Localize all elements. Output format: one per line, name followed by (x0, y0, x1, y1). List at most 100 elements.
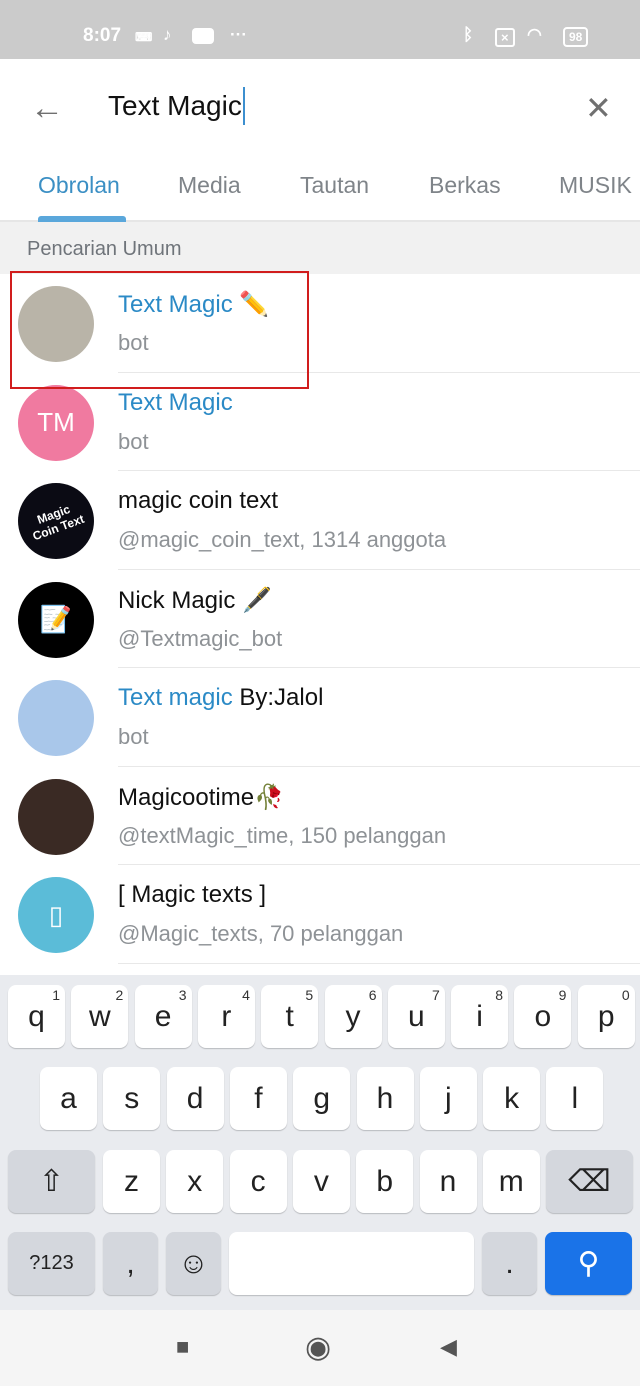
result-title: Text Magic (118, 389, 233, 417)
avatar-initials: ▯ (48, 899, 64, 930)
text-caret (242, 87, 245, 125)
tiktok-icon: ♪ (163, 25, 172, 44)
shift-key[interactable]: ⇧ (8, 1150, 95, 1213)
key-hint: 9 (558, 987, 567, 1003)
key-h[interactable]: h (356, 1067, 414, 1130)
navigation-bar: ■ ◉ ◀ (0, 1310, 640, 1386)
title-rest: Nick Magic 🖋️ (118, 586, 272, 614)
key-q[interactable]: q1 (8, 985, 65, 1048)
key-label: j (444, 1081, 452, 1115)
emoji-key[interactable]: ☺ (166, 1232, 221, 1295)
key-z[interactable]: z (103, 1150, 160, 1213)
key-j[interactable]: j (419, 1067, 477, 1130)
key-a[interactable]: a (40, 1067, 97, 1130)
avatar: ▯ (18, 877, 94, 953)
key-y[interactable]: y6 (324, 985, 382, 1048)
symbols-key[interactable]: ?123 (8, 1232, 95, 1295)
key-k[interactable]: k (483, 1067, 541, 1130)
key-c[interactable]: c (229, 1150, 287, 1213)
avatar (18, 778, 94, 855)
result-subtitle: @textMagic_time, 150 pelanggan (118, 822, 447, 848)
section-header: Pencarian Umum (0, 222, 640, 274)
key-label: k (504, 1081, 520, 1115)
result-title: magic coin text (118, 487, 278, 515)
close-icon[interactable]: ✕ (585, 89, 612, 127)
key-label: y (345, 999, 361, 1033)
result-title: Magicootime🥀 (118, 783, 284, 812)
recents-icon[interactable]: ■ (176, 1334, 189, 1360)
highlight-box (10, 271, 309, 389)
result-subtitle: bot (118, 428, 149, 454)
period-key[interactable]: . (482, 1232, 537, 1295)
more-dots-icon: ··· (230, 25, 247, 44)
key-n[interactable]: n (419, 1150, 477, 1213)
key-label: c (250, 1164, 266, 1198)
list-item[interactable]: Magic Coin Text magic coin text @magic_c… (0, 471, 640, 570)
key-u[interactable]: u7 (387, 985, 445, 1048)
list-item[interactable]: 📝 Nick Magic 🖋️ @Textmagic_bot (0, 570, 640, 668)
list-item[interactable]: ▯ [ Magic texts ] @Magic_texts, 70 pelan… (0, 865, 640, 964)
key-s[interactable]: s (103, 1067, 161, 1130)
key-f[interactable]: f (229, 1067, 287, 1130)
search-input[interactable]: Text Magic (108, 87, 245, 125)
avatar-initials: TM (37, 407, 75, 437)
key-hint: 7 (432, 987, 440, 1003)
key-i[interactable]: i8 (451, 985, 509, 1048)
key-label: m (498, 1164, 524, 1198)
key-g[interactable]: g (293, 1067, 351, 1130)
back-icon[interactable]: ◀ (440, 1334, 457, 1360)
tab-tautan[interactable]: Tautan (300, 172, 369, 199)
tab-berkas[interactable]: Berkas (429, 172, 501, 199)
search-key[interactable]: ⚲ (545, 1232, 632, 1295)
key-r[interactable]: r4 (197, 985, 255, 1048)
key-hint: 8 (495, 987, 504, 1003)
avatar (18, 680, 94, 756)
result-subtitle: bot (118, 724, 149, 749)
key-p[interactable]: p0 (577, 985, 635, 1048)
key-label: . (505, 1246, 514, 1280)
result-subtitle: @Magic_texts, 70 pelanggan (118, 921, 404, 946)
key-l[interactable]: l (546, 1067, 604, 1130)
key-m[interactable]: m (482, 1150, 540, 1213)
key-x[interactable]: x (166, 1150, 224, 1213)
key-hint: 0 (621, 987, 630, 1003)
key-label: u (407, 999, 425, 1033)
key-label: n (439, 1164, 457, 1198)
search-query[interactable]: Text Magic (108, 90, 242, 122)
key-label: f (254, 1081, 263, 1115)
key-v[interactable]: v (292, 1150, 350, 1213)
space-key[interactable] (229, 1232, 474, 1295)
tab-media[interactable]: Media (178, 172, 241, 199)
key-d[interactable]: d (166, 1067, 224, 1130)
tab-musik[interactable]: MUSIK (559, 172, 632, 199)
divider (118, 962, 640, 964)
key-e[interactable]: e3 (134, 985, 192, 1048)
key-label: o (534, 999, 552, 1033)
backspace-key[interactable]: ⌫ (546, 1150, 633, 1213)
key-label: p (597, 999, 615, 1033)
title-rest: magic coin text (118, 487, 279, 514)
key-w[interactable]: w2 (71, 985, 129, 1048)
key-hint: 6 (368, 987, 377, 1003)
tab-obrolan[interactable]: Obrolan (38, 172, 120, 199)
key-label: t (285, 999, 294, 1033)
back-arrow-icon[interactable]: ← (30, 89, 64, 128)
search-header: ← Text Magic ✕ Obrolan Media Tautan Berk… (0, 59, 640, 222)
key-label: z (124, 1164, 139, 1198)
key-label: ?123 (29, 1252, 74, 1274)
result-title: [ Magic texts ] (118, 881, 266, 909)
key-label: v (313, 1164, 329, 1198)
avatar: TM (18, 384, 94, 461)
list-item[interactable]: Text magic By:Jalol bot (0, 668, 640, 767)
home-icon[interactable]: ◉ (305, 1330, 331, 1365)
list-item[interactable]: Magicootime🥀 @textMagic_time, 150 pelang… (0, 767, 640, 865)
key-o[interactable]: o9 (514, 985, 572, 1048)
key-b[interactable]: b (356, 1150, 414, 1213)
key-t[interactable]: t5 (261, 985, 319, 1048)
bluetooth-icon: ᛒ (463, 25, 474, 44)
comma-key[interactable]: , (103, 1232, 158, 1295)
key-label: q (28, 999, 45, 1033)
key-label: g (313, 1081, 331, 1115)
title-rest: By:Jalol (232, 684, 324, 711)
key-label: d (186, 1081, 204, 1115)
